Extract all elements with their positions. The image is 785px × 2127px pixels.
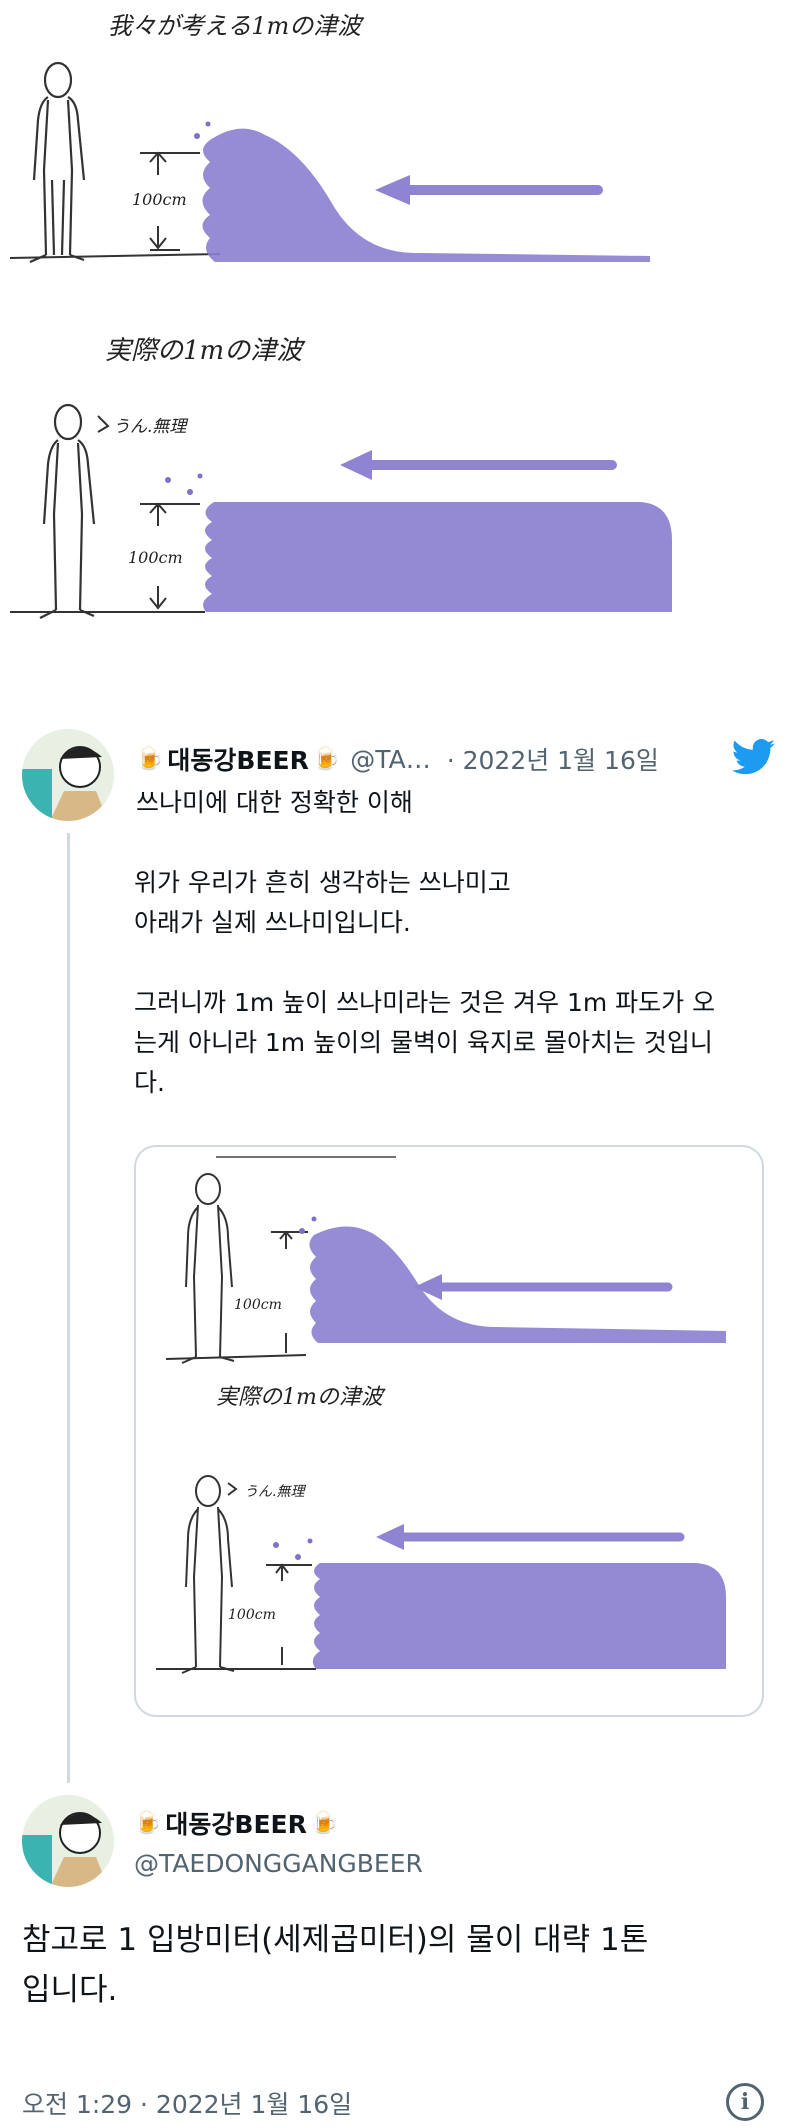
height-label-top: 100cm	[132, 190, 187, 209]
tweet-main-body: 참고로 1 입방미터(세제곱미터)의 물이 대략 1톤 입니다.	[22, 1915, 762, 2015]
tweet-body-line: 그러니까 1m 높이 쓰나미라는 것은 겨우 1m 파도가 오	[134, 988, 716, 1017]
tweet-date[interactable]: · 2022년 1월 16일	[447, 741, 659, 777]
tweet-header: 🍺 대동강BEER 🍺 @TA… · 2022년 1월 16일	[136, 737, 776, 781]
media-height-label-2: 100cm	[228, 1607, 276, 1623]
thread-line	[67, 833, 70, 1783]
user-handle-2[interactable]: @TAEDONGGANGBEER	[134, 1849, 423, 1878]
wave-curl	[202, 128, 650, 262]
tweet-timestamp[interactable]: 오전 1:29 · 2022년 1월 16일	[22, 2085, 352, 2121]
info-icon[interactable]: i	[726, 2083, 764, 2121]
tweet-main-line: 참고로 1 입방미터(세제곱미터)의 물이 대략 1톤	[22, 1922, 649, 1958]
media-title-bottom: 実際の1mの津波	[216, 1385, 383, 1410]
avatar-2[interactable]	[22, 1795, 114, 1887]
tweet-media-image[interactable]: 実際の1mの津波 うん.無理 100cm 100cm	[134, 1145, 764, 1717]
tweet-body-line: 다.	[134, 1068, 165, 1097]
tweet-body-line: 는게 아니라 1m 높이의 물벽이 육지로 몰아치는 것입니	[134, 1028, 713, 1057]
wave-wall	[203, 502, 672, 612]
beer-mug-icon: 🍺	[136, 746, 164, 772]
illustration-top: 我々が考える1mの津波 100cm 実際の1mの津波 うん.無理 100cm	[0, 0, 785, 680]
avatar[interactable]	[22, 729, 114, 821]
height-label-bottom: 100cm	[128, 548, 183, 567]
tweet-body: 위가 우리가 흔히 생각하는 쓰나미고 아래가 실제 쓰나미입니다. 그러니까 …	[134, 863, 774, 1103]
author-name-row: 🍺 대동강BEER 🍺	[134, 1805, 338, 1841]
tweet-body-line: 위가 우리가 흔히 생각하는 쓰나미고	[134, 868, 511, 897]
tweet-body-line: 아래가 실제 쓰나미입니다.	[134, 908, 411, 937]
tweet-quoted[interactable]: 🍺 대동강BEER 🍺 @TA… · 2022년 1월 16일 쓰나미에 대한 …	[0, 715, 785, 1815]
tweet-body-line	[134, 943, 774, 983]
beer-mug-icon: 🍺	[134, 1810, 162, 1836]
user-handle[interactable]: @TA…	[350, 745, 430, 774]
person-figure-2	[39, 403, 96, 619]
person-figure	[29, 61, 86, 264]
beer-mug-icon: 🍺	[312, 746, 341, 772]
beer-mug-icon: 🍺	[310, 1810, 339, 1836]
media-illustration	[156, 1156, 726, 1674]
illustration-title-bottom: 実際の1mの津波	[105, 336, 303, 366]
display-name[interactable]: 대동강BEER	[167, 741, 308, 777]
speech-text: うん.無理	[113, 417, 187, 437]
twitter-bird-icon	[731, 739, 776, 779]
tweet-main-line: 입니다.	[22, 1972, 118, 2008]
display-name-2[interactable]: 대동강BEER	[165, 1805, 306, 1841]
wave-diagram-imagined	[9, 61, 650, 264]
tweet-main: 🍺 대동강BEER 🍺 @TAEDONGGANGBEER 참고로 1 입방미터(…	[0, 1795, 785, 2127]
speech-mark	[97, 415, 110, 433]
media-height-label: 100cm	[234, 1297, 282, 1313]
illustration-title-top: 我々が考える1mの津波	[108, 12, 362, 40]
media-speech: うん.無理	[244, 1484, 305, 1500]
tweet-title-line: 쓰나미에 대한 정확한 이해	[136, 788, 413, 817]
